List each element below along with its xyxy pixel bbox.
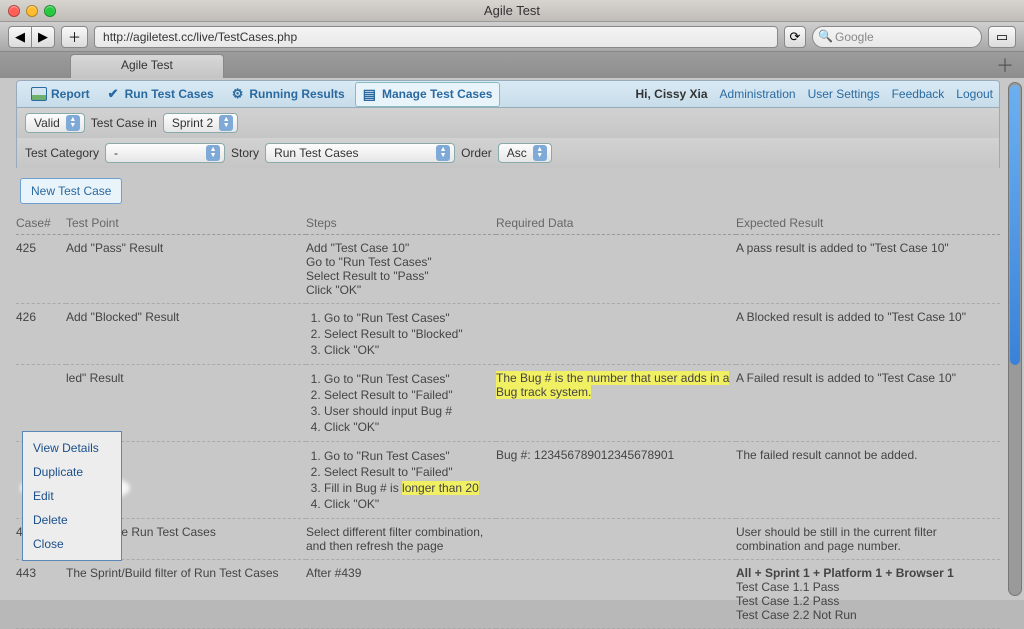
required-data-cell bbox=[496, 235, 736, 304]
filter-sprint-select[interactable]: Sprint 2▲▼ bbox=[163, 113, 238, 133]
required-data-cell bbox=[496, 519, 736, 560]
expected-result-cell: The failed result cannot be added. bbox=[736, 442, 1000, 519]
test-point-cell: The Sprint/Build filter of Run Test Case… bbox=[66, 560, 306, 629]
label-order: Order bbox=[461, 146, 492, 160]
nav-run-test-cases[interactable]: Run Test Cases bbox=[100, 82, 222, 106]
filter-order-select[interactable]: Asc▲▼ bbox=[498, 143, 552, 163]
browser-tab[interactable]: Agile Test bbox=[70, 54, 224, 78]
ctx-close[interactable]: Close bbox=[23, 532, 121, 556]
expected-result-cell: A pass result is added to "Test Case 10" bbox=[736, 235, 1000, 304]
test-case-table: Case# Test Point Steps Required Data Exp… bbox=[16, 212, 1000, 629]
expected-result-cell: User should be still in the current filt… bbox=[736, 519, 1000, 560]
nav-forward-button[interactable]: ▶ bbox=[31, 26, 55, 48]
required-data-cell: The Bug # is the number that user adds i… bbox=[496, 365, 736, 442]
nav-running-results[interactable]: Running Results bbox=[224, 82, 353, 106]
greeting: Hi, Cissy Xia bbox=[635, 87, 707, 101]
window-title: Agile Test bbox=[0, 3, 1024, 18]
case-number[interactable]: 426 bbox=[16, 304, 66, 365]
reload-button[interactable]: ⟳ bbox=[784, 26, 806, 48]
col-required-data: Required Data bbox=[496, 212, 736, 235]
filter-story-select[interactable]: Run Test Cases▲▼ bbox=[265, 143, 455, 163]
col-test-point: Test Point bbox=[66, 212, 306, 235]
test-point-cell: Add "Blocked" Result bbox=[66, 304, 306, 365]
search-input[interactable]: Google bbox=[812, 26, 982, 48]
col-case: Case# bbox=[16, 212, 66, 235]
ctx-delete[interactable]: Delete bbox=[23, 508, 121, 532]
label-test-category: Test Category bbox=[25, 146, 99, 160]
table-row[interactable]: 426Add "Blocked" ResultGo to "Run Test C… bbox=[16, 304, 1000, 365]
steps-cell: Go to "Run Test Cases"Select Result to "… bbox=[306, 304, 496, 365]
link-feedback[interactable]: Feedback bbox=[892, 87, 945, 101]
table-row[interactable]: gth of bugGo to "Run Test Cases"Select R… bbox=[16, 442, 1000, 519]
required-data-cell bbox=[496, 560, 736, 629]
context-menu: View Details Duplicate Edit Delete Close bbox=[22, 431, 122, 561]
test-point-cell: led" Result bbox=[66, 365, 306, 442]
steps-cell: Go to "Run Test Cases"Select Result to "… bbox=[306, 442, 496, 519]
link-administration[interactable]: Administration bbox=[720, 87, 796, 101]
case-number[interactable] bbox=[16, 365, 66, 442]
steps-cell: After #439 bbox=[306, 560, 496, 629]
steps-cell: Add "Test Case 10"Go to "Run Test Cases"… bbox=[306, 235, 496, 304]
expected-result-cell: A Blocked result is added to "Test Case … bbox=[736, 304, 1000, 365]
vertical-scrollbar[interactable] bbox=[1008, 82, 1022, 596]
ctx-duplicate[interactable]: Duplicate bbox=[23, 460, 121, 484]
table-row[interactable]: 443The Sprint/Build filter of Run Test C… bbox=[16, 560, 1000, 629]
new-tab-button[interactable]: ＋ bbox=[996, 50, 1024, 78]
expected-result-cell: A Failed result is added to "Test Case 1… bbox=[736, 365, 1000, 442]
required-data-cell: Bug #: 123456789012345678901 bbox=[496, 442, 736, 519]
nav-report[interactable]: Report bbox=[23, 83, 98, 105]
link-logout[interactable]: Logout bbox=[956, 87, 993, 101]
label-story: Story bbox=[231, 146, 259, 160]
case-number[interactable]: 425 bbox=[16, 235, 66, 304]
table-row[interactable]: 435Refresh the Run Test CasesSelect diff… bbox=[16, 519, 1000, 560]
expected-result-cell: All + Sprint 1 + Platform 1 + Browser 1T… bbox=[736, 560, 1000, 629]
nav-back-button[interactable]: ◀ bbox=[8, 26, 31, 48]
toolbar-overflow-button[interactable]: ▭ bbox=[988, 26, 1016, 48]
case-number[interactable]: 443 bbox=[16, 560, 66, 629]
add-bookmark-button[interactable]: ＋ bbox=[61, 26, 88, 48]
table-row[interactable]: led" ResultGo to "Run Test Cases"Select … bbox=[16, 365, 1000, 442]
ctx-edit[interactable]: Edit bbox=[23, 484, 121, 508]
ctx-view-details[interactable]: View Details bbox=[23, 436, 121, 460]
col-steps: Steps bbox=[306, 212, 496, 235]
test-point-cell: Add "Pass" Result bbox=[66, 235, 306, 304]
required-data-cell bbox=[496, 304, 736, 365]
label-test-case-in: Test Case in bbox=[91, 116, 157, 130]
url-field[interactable]: http://agiletest.cc/live/TestCases.php bbox=[94, 26, 778, 48]
link-user-settings[interactable]: User Settings bbox=[808, 87, 880, 101]
steps-cell: Select different filter combination, and… bbox=[306, 519, 496, 560]
steps-cell: Go to "Run Test Cases"Select Result to "… bbox=[306, 365, 496, 442]
filter-status-select[interactable]: Valid▲▼ bbox=[25, 113, 85, 133]
table-row[interactable]: 425Add "Pass" ResultAdd "Test Case 10"Go… bbox=[16, 235, 1000, 304]
new-test-case-button[interactable]: New Test Case bbox=[20, 178, 122, 204]
nav-manage-test-cases[interactable]: Manage Test Cases bbox=[355, 82, 501, 107]
col-expected-result: Expected Result bbox=[736, 212, 1000, 235]
filter-category-select[interactable]: -▲▼ bbox=[105, 143, 225, 163]
